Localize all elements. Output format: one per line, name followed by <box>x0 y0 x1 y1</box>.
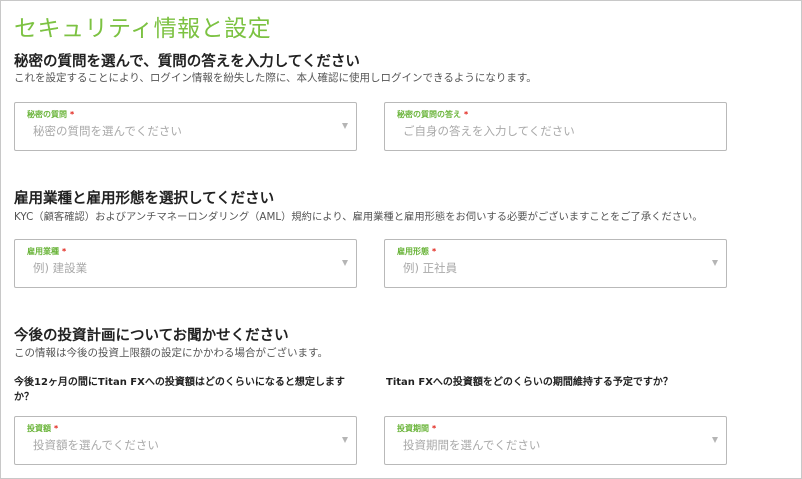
required-mark: * <box>432 247 437 256</box>
chevron-down-icon <box>712 437 718 443</box>
chevron-down-icon <box>342 260 348 266</box>
employment-heading: 雇用業種と雇用形態を選択してください <box>14 191 275 207</box>
required-mark: * <box>464 110 469 119</box>
investment-description: この情報は今後の投資上限額の設定にかかわる場合がございます。 <box>14 347 328 359</box>
secret-question-placeholder: 秘密の質問を選んでください <box>33 124 182 138</box>
investment-period-label: 投資期間 * <box>397 424 437 433</box>
security-description: これを設定することにより、ログイン情報を紛失した際に、本人確認に使用しログインで… <box>14 72 537 84</box>
chevron-down-icon <box>712 260 718 266</box>
employment-type-placeholder: 例) 正社員 <box>403 261 458 275</box>
investment-period-placeholder: 投資期間を選んでください <box>403 438 541 452</box>
investment-amount-question: 今後12ヶ月の間にTitan FXへの投資額はどのくらいになると想定しますか？ <box>14 377 345 403</box>
investment-amount-label: 投資額 * <box>27 424 59 433</box>
required-mark: * <box>62 247 67 256</box>
investment-heading: 今後の投資計画についてお聞かせください <box>14 328 289 344</box>
investment-amount-select[interactable]: 投資額 * 投資額を選んでください <box>14 416 357 465</box>
page-title: セキュリティ情報と設定 <box>14 16 272 42</box>
investment-period-select[interactable]: 投資期間 * 投資期間を選んでください <box>384 416 727 465</box>
secret-answer-input[interactable]: 秘密の質問の答え * ご自身の答えを入力してください <box>384 102 727 151</box>
secret-answer-label: 秘密の質問の答え * <box>397 110 469 119</box>
required-mark: * <box>70 110 75 119</box>
secret-question-select[interactable]: 秘密の質問 * 秘密の質問を選んでください <box>14 102 357 151</box>
secret-answer-placeholder: ご自身の答えを入力してください <box>403 124 575 138</box>
employment-type-select[interactable]: 雇用形態 * 例) 正社員 <box>384 239 727 288</box>
chevron-down-icon <box>342 437 348 443</box>
chevron-down-icon <box>342 123 348 129</box>
required-mark: * <box>54 424 59 433</box>
employment-industry-label: 雇用業種 * <box>27 247 67 256</box>
required-mark: * <box>432 424 437 433</box>
investment-amount-placeholder: 投資額を選んでください <box>33 438 159 452</box>
security-heading: 秘密の質問を選んで、質問の答えを入力してください <box>14 54 360 70</box>
employment-type-label: 雇用形態 * <box>397 247 437 256</box>
secret-question-label: 秘密の質問 * <box>27 110 75 119</box>
investment-period-question: Titan FXへの投資額をどのくらいの期間維持する予定ですか？ <box>386 377 673 388</box>
employment-industry-placeholder: 例) 建設業 <box>33 261 88 275</box>
employment-industry-select[interactable]: 雇用業種 * 例) 建設業 <box>14 239 357 288</box>
employment-description: KYC（顧客確認）およびアンチマネーロンダリング（AML）規約により、雇用業種と… <box>14 211 703 223</box>
